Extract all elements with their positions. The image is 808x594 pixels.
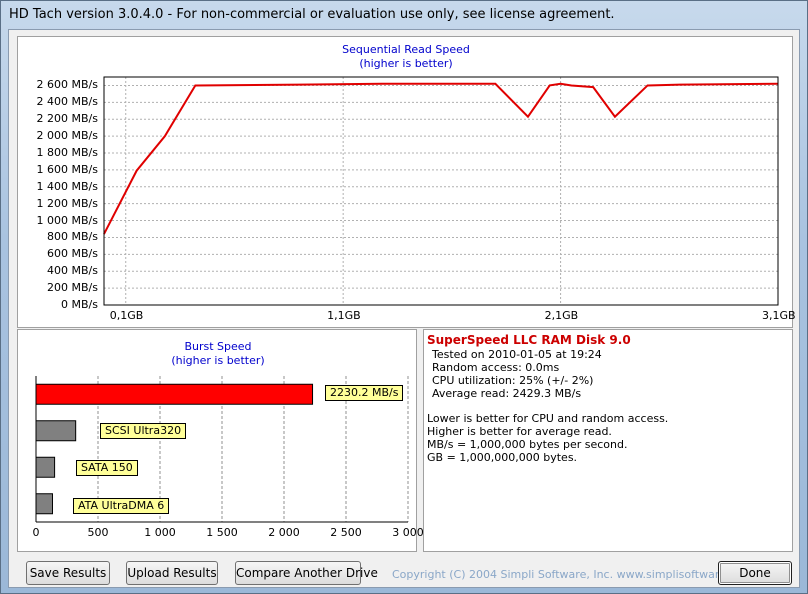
sequential-read-point [194,84,196,86]
sequential-y-tick-label: 1 400 MB/s [36,179,98,193]
burst-x-tick-label: 1 000 [144,526,176,539]
sequential-read-point [614,116,616,118]
info-random-access: Random access: 0.0ms [432,361,560,374]
sequential-y-tick-label: 2 600 MB/s [36,78,98,92]
sequential-read-point [549,84,551,86]
info-tested-on: Tested on 2010-01-05 at 19:24 [432,348,602,361]
burst-chart-panel: Burst Speed (higher is better) 0 500 1 000… [17,329,424,552]
burst-result-label: 2230.2 MB/s [325,385,404,401]
burst-chart-title: Burst Speed [184,340,252,353]
sequential-read-point [299,84,301,86]
sequential-x-tick-label: 3,1GB [762,309,796,322]
burst-label-scsi: SCSI Ultra320 [100,423,187,439]
sequential-y-tick-label: 600 MB/s [47,247,98,261]
burst-x-tick-label: 0 [32,526,40,539]
save-results-button[interactable]: Save Results [26,561,110,585]
sequential-y-tick-label: 2 400 MB/s [36,95,98,109]
sequential-x-tick-label: 1,1GB [327,309,361,322]
sequential-y-tick-label: 400 MB/s [47,264,98,278]
sequential-chart-panel: Sequential Read Speed (higher is better)… [17,36,796,328]
sequential-read-point [647,84,649,86]
sequential-read-point [386,83,388,85]
info-panel: SuperSpeed LLC RAM Disk 9.0 Tested on 20… [423,329,793,552]
note-higher-better: Higher is better for average read. [427,425,612,438]
sequential-y-tick-label: 1 000 MB/s [36,213,98,227]
burst-x-tick-label: 500 [87,526,109,539]
burst-x-tick-label: 2 500 [330,526,362,539]
client-area: Sequential Read Speed (higher is better)… [8,29,800,588]
sequential-y-tick-label: 1 600 MB/s [36,162,98,176]
sequential-read-point [136,170,138,172]
sequential-y-tick-label: 200 MB/s [47,281,98,295]
sequential-y-tick-label: 0 MB/s [61,298,98,311]
app-window: HD Tach version 3.0.4.0 - For non-commer… [0,0,808,594]
sequential-read-point [527,116,529,118]
sequential-read-chart [103,76,779,306]
sequential-y-tick-label: 1 800 MB/s [36,146,98,159]
burst-x-tick-label: 2 000 [268,526,300,539]
note-mbs-definition: MB/s = 1,000,000 bytes per second. [427,438,628,451]
burst-label-sata: SATA 150 [76,460,138,476]
sequential-y-tick-label: 2 000 MB/s [36,129,98,143]
sequential-read-point [164,135,166,137]
sequential-read-point [679,84,681,86]
sequential-x-tick-label: 2,1GB [544,309,579,322]
info-cpu-utilization: CPU utilization: 25% (+/- 2%) [432,374,594,387]
sequential-read-point [592,86,594,88]
sequential-y-tick-label: 2 200 MB/s [36,112,98,126]
sequential-y-tick-label: 1 200 MB/s [36,196,98,210]
done-button[interactable]: Done [718,561,792,585]
sequential-x-tick-label: 0,1GB [109,309,144,322]
compare-another-drive-button[interactable]: Compare Another Drive [235,561,378,585]
burst-bar-reference [35,456,56,478]
burst-label-ata: ATA UltraDMA 6 [73,498,170,514]
sequential-chart-title: Sequential Read Speed [342,43,470,56]
note-gb-definition: GB = 1,000,000,000 bytes. [427,451,578,464]
burst-bar-reference [35,420,77,442]
title-bar: HD Tach version 3.0.4.0 - For non-commer… [1,1,807,29]
window-title: HD Tach version 3.0.4.0 - For non-commer… [9,7,615,22]
sequential-read-point [570,84,572,86]
info-average-read: Average read: 2429.3 MB/s [432,387,582,400]
burst-x-tick-label: 1 500 [206,526,238,539]
note-lower-better: Lower is better for CPU and random acces… [427,412,669,425]
sequential-read-point [494,83,496,85]
copyright-text: Copyright (C) 2004 Simpli Software, Inc.… [392,568,753,581]
upload-results-button[interactable]: Upload Results [126,561,218,585]
sequential-read-point [560,83,562,85]
burst-x-tick-label: 3 000 [392,526,424,539]
burst-chart-subtitle: (higher is better) [171,354,265,367]
burst-bar-reference [35,493,53,515]
sequential-chart-subtitle: (higher is better) [359,57,453,70]
drive-name: SuperSpeed LLC RAM Disk 9.0 [427,333,631,347]
burst-bar-tested-drive [35,383,314,405]
sequential-y-tick-label: 800 MB/s [47,230,98,244]
